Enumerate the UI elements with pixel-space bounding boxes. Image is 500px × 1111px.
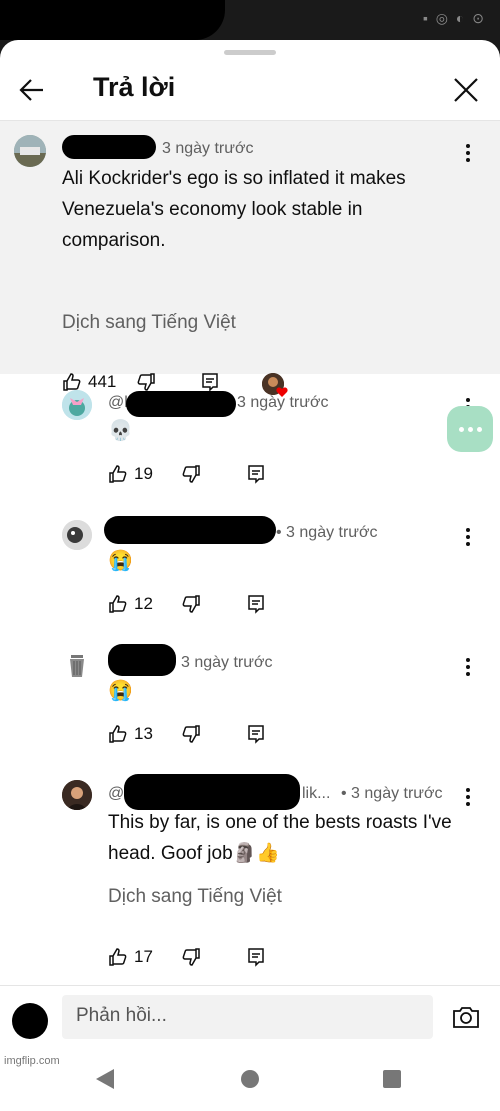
thumbs-up-icon	[108, 724, 128, 744]
square-recents-icon	[382, 1070, 402, 1093]
status-redaction	[0, 0, 225, 40]
replies-sheet: Trả lời @ 3 ngày trước Ali Kockrider's e…	[0, 40, 500, 1111]
comment-icon	[246, 724, 266, 744]
more-vert-icon	[466, 788, 470, 806]
like-count: 12	[134, 594, 153, 613]
nav-home-button[interactable]	[240, 1069, 260, 1094]
camera-icon	[452, 1005, 480, 1029]
thumbs-down-icon	[136, 372, 156, 392]
handle-redaction	[124, 774, 300, 810]
close-icon	[453, 77, 479, 103]
like-count: 19	[134, 464, 153, 483]
reply-button[interactable]	[246, 594, 266, 614]
more-vert-icon	[466, 658, 470, 676]
thumbs-up-icon	[108, 464, 128, 484]
like-count: 13	[134, 724, 153, 743]
more-options-button[interactable]	[458, 141, 478, 165]
thumbs-up-icon	[108, 594, 128, 614]
more-options-button[interactable]	[458, 525, 478, 549]
comment-handle[interactable]: @	[108, 785, 124, 803]
thumbs-down-icon	[181, 594, 201, 614]
thumbs-up-icon	[62, 372, 82, 392]
status-icons: ▪ ◎ ◐ ⊙	[422, 10, 486, 26]
more-actions-fab[interactable]	[447, 406, 493, 452]
comment-text: 😭	[108, 680, 133, 702]
thumbs-down-icon	[181, 464, 201, 484]
avatar	[12, 1003, 48, 1039]
comment-text: 😭	[108, 550, 133, 572]
more-vert-icon	[466, 528, 470, 546]
page-title: Trả lời	[93, 72, 176, 102]
comment-icon	[246, 947, 266, 967]
handle-redaction	[104, 516, 276, 544]
like-button[interactable]: 13	[108, 724, 153, 744]
back-button[interactable]	[14, 72, 50, 108]
more-vert-icon	[466, 144, 470, 162]
comment-icon	[246, 464, 266, 484]
like-button[interactable]: 441	[62, 372, 116, 392]
handle-redaction	[126, 391, 236, 417]
dislike-button[interactable]	[136, 372, 156, 392]
comment-time: 3 ngày trước	[237, 394, 329, 411]
avatar[interactable]	[62, 520, 92, 550]
comment-text: This by far, is one of the bests roasts …	[108, 812, 452, 864]
translate-link[interactable]: Dịch sang Tiếng Việt	[62, 312, 236, 334]
comment-handle-suffix[interactable]: lik...	[302, 785, 330, 803]
triangle-back-icon	[95, 1069, 115, 1094]
camera-button[interactable]	[452, 1005, 480, 1029]
dislike-button[interactable]	[181, 594, 201, 614]
dislike-button[interactable]	[181, 464, 201, 484]
system-nav-bar	[0, 1045, 500, 1111]
sheet-grabber[interactable]	[224, 50, 276, 55]
reply-button[interactable]	[246, 724, 266, 744]
more-horiz-icon	[458, 426, 482, 432]
avatar[interactable]	[62, 780, 92, 810]
dislike-button[interactable]	[181, 724, 201, 744]
translate-link[interactable]: Dịch sang Tiếng Việt	[108, 886, 282, 908]
reply-bar: Phản hồi...	[0, 985, 500, 1045]
nav-recents-button[interactable]	[382, 1069, 402, 1094]
like-button[interactable]: 19	[108, 464, 153, 484]
comment-time: 3 ngày trước	[162, 140, 254, 157]
nav-back-button[interactable]	[95, 1068, 115, 1095]
dislike-button[interactable]	[181, 947, 201, 967]
handle-redaction	[108, 644, 176, 676]
like-button[interactable]: 12	[108, 594, 153, 614]
comment-text: 💀	[108, 420, 133, 442]
reply-button[interactable]	[200, 372, 220, 392]
arrow-left-icon	[19, 77, 45, 103]
reply-button[interactable]	[246, 464, 266, 484]
sheet-header: Trả lời	[0, 60, 500, 120]
parent-comment: @ 3 ngày trước Ali Kockrider's ego is so…	[0, 121, 500, 397]
thumbs-down-icon	[181, 947, 201, 967]
thumbs-up-icon	[108, 947, 128, 967]
status-bar: ▪ ◎ ◐ ⊙	[0, 0, 500, 40]
reply-button[interactable]	[246, 947, 266, 967]
handle-redaction	[62, 135, 156, 159]
avatar[interactable]	[62, 390, 92, 420]
watermark: imgflip.com	[4, 1055, 60, 1067]
avatar[interactable]	[14, 135, 46, 167]
more-options-button[interactable]	[458, 785, 478, 809]
thumbs-down-icon	[181, 724, 201, 744]
circle-home-icon	[240, 1070, 260, 1093]
reply-input[interactable]: Phản hồi...	[62, 995, 433, 1039]
more-options-button[interactable]	[458, 655, 478, 679]
comment-time: 3 ngày trước	[181, 654, 273, 671]
comment-icon	[246, 594, 266, 614]
comment-icon	[200, 372, 220, 392]
like-button[interactable]: 17	[108, 947, 153, 967]
close-button[interactable]	[448, 72, 484, 108]
like-count: 17	[134, 947, 153, 966]
comment-time: • 3 ngày trước	[276, 524, 378, 541]
like-count: 441	[88, 372, 117, 391]
comment-time: • 3 ngày trước	[341, 785, 443, 802]
comment-text: Ali Kockrider's ego is so inflated it ma…	[62, 168, 406, 251]
avatar[interactable]	[62, 650, 92, 680]
